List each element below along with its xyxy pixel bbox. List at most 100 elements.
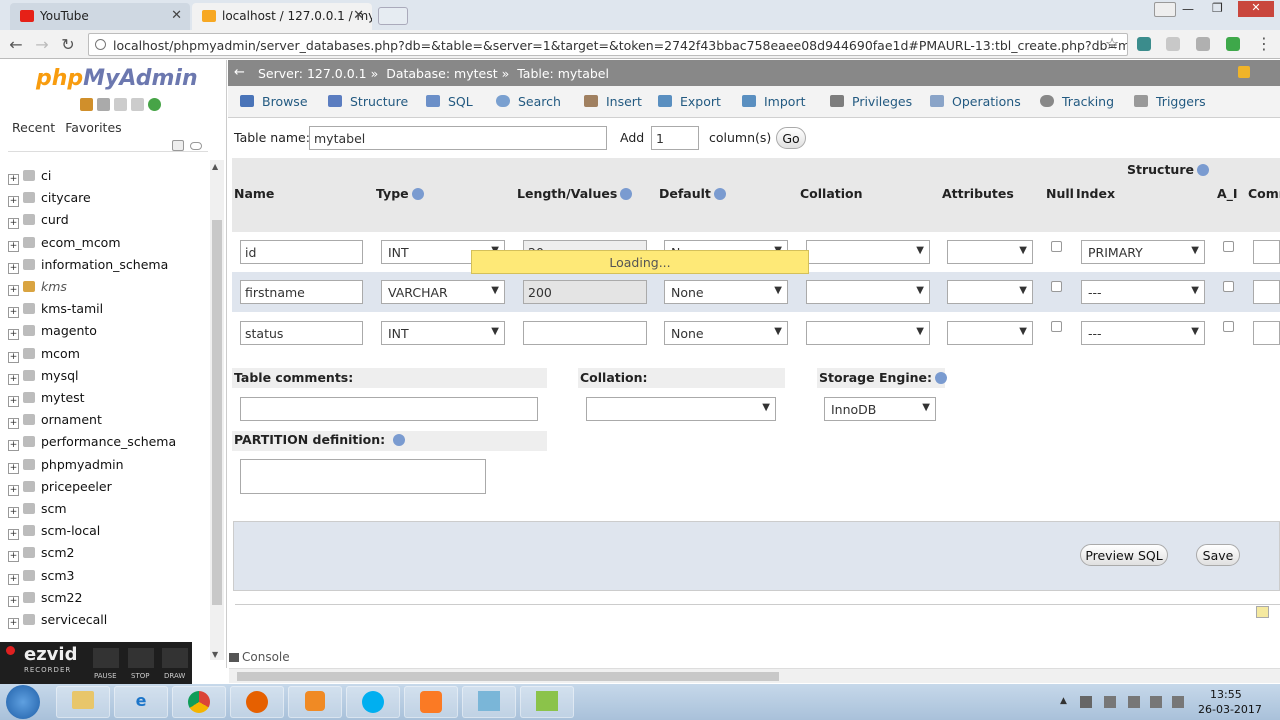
draw-icon[interactable] — [162, 648, 188, 668]
home-icon[interactable] — [80, 98, 93, 111]
expand-icon[interactable]: + — [8, 418, 19, 430]
collapse-all-icon[interactable] — [172, 140, 184, 151]
settings-icon[interactable] — [131, 98, 144, 111]
media-player-icon[interactable] — [288, 686, 342, 718]
null-checkbox[interactable] — [1051, 321, 1062, 332]
sidebar-db-item[interactable]: + scm3 — [8, 568, 75, 590]
sidebar-db-item[interactable]: + scm — [8, 501, 67, 523]
horizontal-scrollbar[interactable] — [229, 668, 1280, 683]
sidebar-db-item[interactable]: + performance_schema — [8, 434, 176, 456]
sidebar-db-item[interactable]: + scm-local — [8, 523, 100, 545]
sidebar-scrollbar[interactable]: ▲ ▼ — [210, 160, 224, 660]
go-button[interactable]: Go — [776, 127, 806, 149]
scrollbar-thumb[interactable] — [237, 672, 779, 681]
expand-icon[interactable]: + — [8, 573, 19, 585]
expand-icon[interactable]: + — [8, 484, 19, 496]
column-name-input[interactable]: status — [240, 321, 363, 345]
column-index-select[interactable]: --- ▼ — [1081, 280, 1205, 304]
docs-icon[interactable] — [114, 98, 127, 111]
new-tab-button[interactable] — [378, 7, 408, 25]
breadcrumb-server[interactable]: Server: 127.0.0.1 » — [258, 66, 378, 81]
sidebar-db-item[interactable]: + scm22 — [8, 590, 82, 612]
help-icon[interactable] — [393, 434, 406, 446]
column-default-select[interactable]: None▼ — [664, 321, 788, 345]
draw-button[interactable]: DRAW — [164, 672, 185, 680]
sidebar-db-item[interactable]: + phpmyadmin — [8, 457, 124, 479]
scroll-up-icon[interactable]: ▲ — [212, 162, 218, 171]
ai-checkbox[interactable] — [1223, 281, 1234, 292]
close-icon[interactable]: ✕ — [171, 8, 182, 23]
expand-icon[interactable]: + — [8, 240, 19, 252]
sidebar-db-item[interactable]: + pricepeeler — [8, 479, 112, 501]
column-length-input[interactable]: 200 — [523, 280, 647, 304]
url-input[interactable]: localhost/phpmyadmin/server_databases.ph… — [88, 33, 1128, 56]
expand-icon[interactable]: + — [8, 551, 19, 563]
expand-icon[interactable]: + — [8, 307, 19, 319]
sidebar-db-item[interactable]: + servicecall — [8, 612, 107, 634]
column-index-select[interactable]: PRIMARY ▼ — [1081, 240, 1205, 264]
tab-export[interactable]: Export — [658, 94, 721, 109]
browser-tab-phpmyadmin[interactable]: localhost / 127.0.0.1 / my ✕ — [192, 3, 372, 30]
volume-icon[interactable] — [1172, 696, 1184, 708]
expand-icon[interactable]: + — [8, 618, 19, 629]
expand-icon[interactable]: + — [8, 196, 19, 208]
expand-icon[interactable]: + — [8, 440, 19, 452]
expand-icon[interactable]: + — [8, 285, 19, 296]
table-comments-input[interactable] — [240, 397, 538, 421]
explorer-icon[interactable] — [56, 686, 110, 718]
ai-checkbox[interactable] — [1223, 241, 1234, 252]
sidebar-db-item[interactable]: + mytest — [8, 390, 85, 412]
start-button[interactable] — [6, 685, 40, 719]
null-checkbox[interactable] — [1051, 241, 1062, 252]
column-name-input[interactable]: id — [240, 240, 363, 264]
sidebar-db-item[interactable]: + kms-tamil — [8, 301, 103, 323]
recent-link[interactable]: Recent — [12, 120, 55, 135]
chart-app-icon[interactable] — [520, 686, 574, 718]
tab-insert[interactable]: Insert — [584, 94, 642, 109]
lock-icon[interactable] — [1238, 66, 1250, 78]
expand-icon[interactable]: + — [8, 529, 19, 541]
pause-icon[interactable] — [93, 648, 119, 668]
firefox-icon[interactable] — [230, 686, 284, 718]
logout-icon[interactable] — [97, 98, 110, 111]
breadcrumb-table[interactable]: Table: mytabel — [517, 66, 609, 81]
clock-time[interactable]: 13:55 — [1210, 688, 1242, 701]
sidebar-db-item[interactable]: + kms — [8, 279, 67, 301]
expand-icon[interactable]: + — [8, 329, 19, 341]
user-icon[interactable] — [1154, 2, 1176, 17]
column-collation-select[interactable]: ▼ — [806, 321, 930, 345]
preview-sql-button[interactable]: Preview SQL — [1080, 544, 1168, 566]
tab-browse[interactable]: Browse — [240, 94, 308, 109]
sidebar-db-item[interactable]: + ecom_mcom — [8, 235, 121, 257]
column-type-select[interactable]: INT▼ — [381, 321, 505, 345]
tab-tracking[interactable]: Tracking — [1040, 94, 1114, 109]
console-tab[interactable]: Console — [229, 650, 299, 666]
tab-triggers[interactable]: Triggers — [1134, 94, 1206, 109]
null-checkbox[interactable] — [1051, 281, 1062, 292]
help-icon[interactable] — [935, 372, 947, 384]
table-collation-select[interactable]: ▼ — [586, 397, 776, 421]
sidebar-db-item[interactable]: + curd — [8, 212, 69, 234]
skype-icon[interactable] — [346, 686, 400, 718]
sidebar-db-item[interactable]: + scm2 — [8, 545, 75, 567]
column-default-select[interactable]: None▼ — [664, 280, 788, 304]
tray-icon[interactable] — [1104, 696, 1116, 708]
phpmyadmin-logo[interactable]: phpMyAdmin — [36, 66, 198, 91]
column-comment-input[interactable] — [1253, 240, 1280, 264]
help-icon[interactable] — [620, 188, 633, 200]
help-icon[interactable] — [713, 188, 726, 200]
help-icon[interactable] — [411, 188, 424, 200]
flag-icon[interactable] — [1128, 696, 1140, 708]
extension-icon[interactable] — [1166, 37, 1180, 51]
column-name-input[interactable]: firstname — [240, 280, 363, 304]
pause-button[interactable]: PAUSE — [94, 672, 117, 680]
column-comment-input[interactable] — [1253, 280, 1280, 304]
sidebar-db-item[interactable]: + information_schema — [8, 257, 168, 279]
chrome-icon[interactable] — [172, 686, 226, 718]
breadcrumb-database[interactable]: Database: mytest » — [386, 66, 509, 81]
tab-import[interactable]: Import — [742, 94, 806, 109]
column-type-select[interactable]: VARCHAR ▼ — [381, 280, 505, 304]
expand-icon[interactable]: + — [8, 373, 19, 385]
stop-icon[interactable] — [128, 648, 154, 668]
add-columns-input[interactable]: 1 — [651, 126, 699, 150]
